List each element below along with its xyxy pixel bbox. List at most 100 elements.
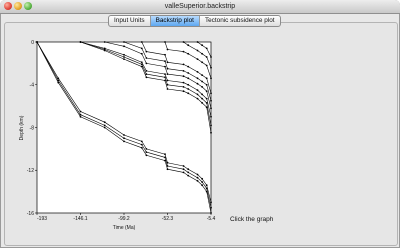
data-point xyxy=(123,41,125,43)
data-point xyxy=(182,63,185,66)
data-point xyxy=(187,65,190,68)
data-point xyxy=(182,168,185,171)
data-point xyxy=(57,79,60,82)
data-point xyxy=(103,121,106,124)
x-tick-label: -193 xyxy=(37,216,47,222)
data-point xyxy=(140,143,143,146)
data-point xyxy=(166,88,169,90)
data-point xyxy=(164,41,166,43)
data-point xyxy=(210,77,212,80)
data-point xyxy=(123,56,125,58)
data-point xyxy=(205,90,208,93)
data-point xyxy=(196,77,199,80)
data-point xyxy=(201,52,204,55)
app-window: valleSuperior.backstrip Input Units Back… xyxy=(0,0,400,248)
data-point xyxy=(201,181,204,183)
data-point xyxy=(187,83,190,86)
y-tick-label: -4 xyxy=(30,83,35,89)
data-point xyxy=(187,44,190,47)
data-point xyxy=(57,77,60,80)
data-point xyxy=(164,65,166,68)
data-point xyxy=(145,148,148,150)
data-point xyxy=(210,124,212,127)
data-point xyxy=(201,86,204,88)
data-point xyxy=(140,146,143,149)
data-point xyxy=(205,47,208,50)
y-tick-label: -12 xyxy=(27,168,34,174)
data-point xyxy=(123,137,125,140)
data-point xyxy=(196,41,199,43)
y-tick-label: -16 xyxy=(27,211,34,217)
data-point xyxy=(210,107,212,110)
data-point xyxy=(210,115,212,118)
data-point xyxy=(103,41,106,43)
data-point xyxy=(210,206,212,209)
data-point xyxy=(201,97,204,100)
data-point xyxy=(79,115,82,118)
data-point xyxy=(145,154,148,157)
data-point xyxy=(140,47,143,50)
data-point xyxy=(196,176,199,179)
data-point xyxy=(145,70,148,72)
data-point xyxy=(140,61,143,64)
data-point xyxy=(145,73,148,75)
data-point xyxy=(140,52,143,55)
data-point xyxy=(196,97,199,100)
data-point xyxy=(123,53,125,56)
y-axis-label: Depth (km) xyxy=(19,115,25,140)
data-point xyxy=(166,73,169,75)
data-point xyxy=(182,50,185,53)
data-point xyxy=(201,177,204,180)
data-point xyxy=(123,140,125,143)
data-point xyxy=(182,86,185,88)
data-point xyxy=(182,165,185,167)
data-point xyxy=(103,124,106,127)
data-point xyxy=(187,77,190,80)
x-tick-label: -52.3 xyxy=(162,216,174,222)
data-point xyxy=(166,83,169,86)
data-point xyxy=(166,79,169,82)
x-tick-label: -99.2 xyxy=(118,216,130,222)
data-point xyxy=(103,126,106,129)
data-point xyxy=(79,113,82,116)
data-point xyxy=(187,72,190,74)
data-point xyxy=(123,134,125,136)
data-point xyxy=(205,56,208,58)
data-point xyxy=(182,75,185,78)
data-point xyxy=(182,70,185,72)
data-point xyxy=(201,80,204,83)
backstrip-chart[interactable]: -193 -146.1 -99.2 -52.3 -5.4 0 -4 -8 -12 -16 Tim… xyxy=(0,0,400,248)
data-point xyxy=(187,52,190,55)
data-point xyxy=(166,48,169,51)
y-axis: 0 -4 -8 -12 -16 xyxy=(27,40,37,217)
data-point xyxy=(201,61,204,64)
data-point xyxy=(182,81,185,84)
y-tick-label: -8 xyxy=(30,125,35,131)
data-point xyxy=(187,174,190,177)
click-graph-hint: Click the graph xyxy=(230,216,274,223)
x-axis: -193 -146.1 -99.2 -52.3 -5.4 xyxy=(36,213,216,222)
data-point xyxy=(166,61,169,64)
data-point xyxy=(201,102,204,104)
data-point xyxy=(187,168,190,171)
data-point xyxy=(166,67,169,70)
data-point xyxy=(196,173,199,176)
data-point xyxy=(123,58,125,60)
data-point xyxy=(166,161,169,164)
data-point xyxy=(201,74,204,76)
data-point xyxy=(205,184,208,187)
data-point xyxy=(145,76,148,79)
data-point xyxy=(201,184,204,187)
plot-area[interactable] xyxy=(36,41,212,214)
data-point xyxy=(79,41,82,43)
data-point xyxy=(196,71,199,73)
y-tick-label: 0 xyxy=(31,40,34,46)
data-point xyxy=(140,140,143,143)
data-point xyxy=(182,90,185,93)
data-point xyxy=(166,168,169,171)
data-point xyxy=(145,62,148,65)
data-point xyxy=(196,93,199,96)
data-point xyxy=(210,131,212,134)
data-point xyxy=(79,110,82,113)
x-tick-label: -146.1 xyxy=(73,216,87,222)
